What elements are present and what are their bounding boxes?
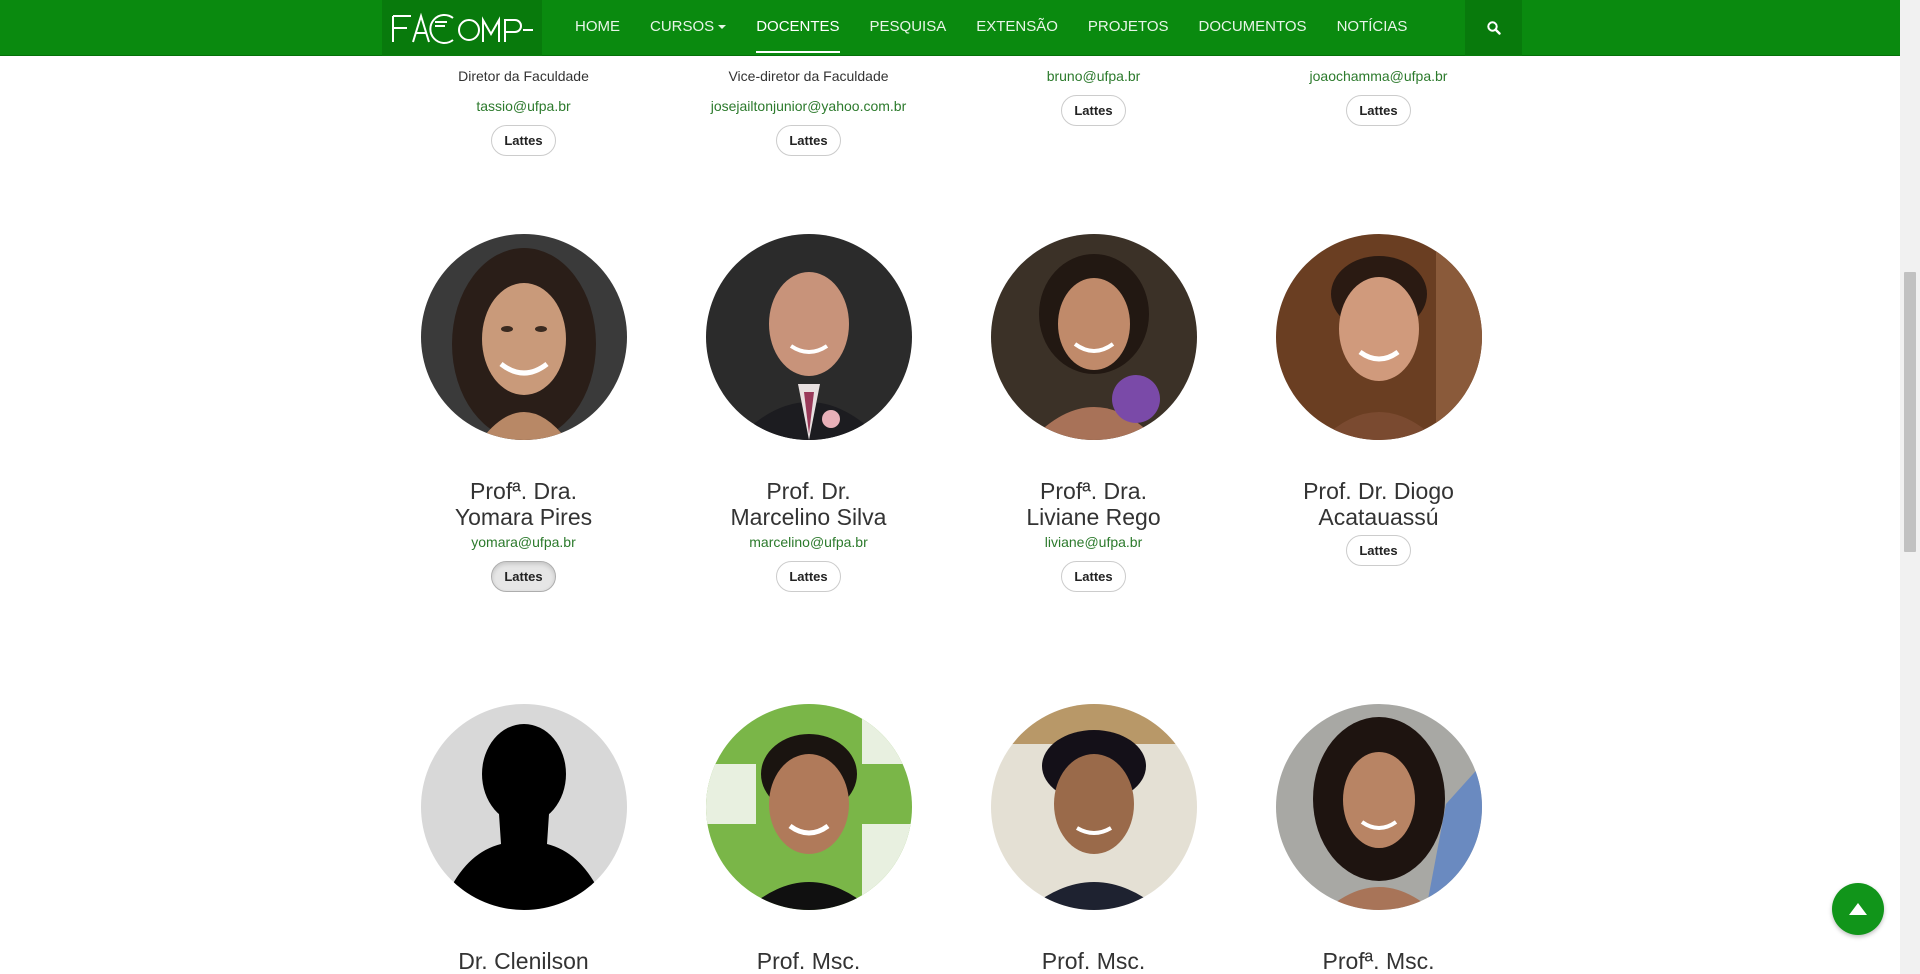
lattes-button[interactable]: Lattes <box>776 561 841 592</box>
docente-name-line1: Profª. Dra. <box>1040 478 1147 504</box>
docente-card: Prof. Msc. <box>666 704 951 974</box>
docente-card: Vice-diretor da Faculdade josejailtonjun… <box>666 66 951 156</box>
search-icon <box>1486 21 1501 35</box>
docente-name: Prof. Msc. <box>951 948 1236 974</box>
docente-email[interactable]: josejailtonjunior@yahoo.com.br <box>666 96 951 116</box>
docente-photo <box>705 234 912 440</box>
nav-docentes-label: DOCENTES <box>756 18 840 35</box>
person-silhouette-icon <box>420 704 627 910</box>
navbar-container: FACOMP HOME CURSOS DOCENTES PESQUISA EXT… <box>382 0 1522 56</box>
docente-name-line1: Prof. Msc. <box>1041 948 1146 974</box>
back-to-top-button[interactable] <box>1832 883 1884 935</box>
docente-name: Prof. Dr. Diogo Acatauassú <box>1236 478 1521 530</box>
nav-extensao[interactable]: EXTENSÃO <box>961 0 1073 56</box>
docente-name-line2: Yomara Pires <box>454 504 593 530</box>
docente-card: Diretor da Faculdade tassio@ufpa.br Latt… <box>381 66 666 156</box>
docente-photo <box>420 234 627 440</box>
lattes-button[interactable]: Lattes <box>1346 535 1411 566</box>
nav-noticias[interactable]: NOTÍCIAS <box>1322 0 1423 56</box>
nav-documentos-label: DOCUMENTOS <box>1198 18 1307 35</box>
nav-docentes[interactable]: DOCENTES <box>741 0 854 56</box>
nav-pesquisa-label: PESQUISA <box>869 18 947 35</box>
placeholder-avatar <box>420 704 627 910</box>
docente-card: Profª. Dra. Liviane Rego liviane@ufpa.br… <box>951 234 1236 592</box>
nav-home-label: HOME <box>575 18 620 35</box>
docente-name: Profª. Msc. <box>1236 948 1521 974</box>
lattes-button[interactable]: Lattes <box>1346 95 1411 126</box>
scrollbar-thumb[interactable] <box>1904 272 1916 552</box>
docente-card: Profª. Msc. <box>1236 704 1521 974</box>
nav-home[interactable]: HOME <box>560 0 635 56</box>
nav-menu: HOME CURSOS DOCENTES PESQUISA EXTENSÃO P… <box>560 0 1422 56</box>
nav-extensao-label: EXTENSÃO <box>976 18 1058 35</box>
lattes-button[interactable]: Lattes <box>776 125 841 156</box>
nav-projetos[interactable]: PROJETOS <box>1073 0 1184 56</box>
nav-cursos[interactable]: CURSOS <box>635 0 741 56</box>
logo-mark <box>392 12 533 44</box>
nav-pesquisa[interactable]: PESQUISA <box>855 0 962 56</box>
docente-photo <box>990 234 1197 440</box>
docente-name-line2: Liviane Rego <box>1026 504 1161 530</box>
docente-email[interactable]: tassio@ufpa.br <box>381 96 666 116</box>
docente-email[interactable]: bruno@ufpa.br <box>951 66 1236 86</box>
page-scrollbar[interactable] <box>1900 0 1920 974</box>
lattes-button[interactable]: Lattes <box>1061 561 1126 592</box>
docente-card: Prof. Msc. <box>951 704 1236 974</box>
docente-name: Prof. Dr. Marcelino Silva <box>666 478 951 530</box>
arrow-up-icon <box>1849 903 1867 915</box>
docente-name: Profª. Dra. Yomara Pires <box>381 478 666 530</box>
docente-name-line1: Prof. Dr. Diogo <box>1303 478 1454 504</box>
docente-photo <box>1275 704 1482 910</box>
docente-name-line1: Dr. Clenilson <box>458 948 589 974</box>
docente-name-line2: Acatauassú <box>1318 504 1439 530</box>
docente-photo <box>705 704 912 910</box>
docente-role: Diretor da Faculdade <box>458 68 589 84</box>
docente-name: Profª. Dra. Liviane Rego <box>951 478 1236 530</box>
docente-email[interactable]: yomara@ufpa.br <box>381 532 666 552</box>
caret-down-icon <box>718 25 727 30</box>
nav-cursos-label: CURSOS <box>650 18 715 35</box>
lattes-button[interactable]: Lattes <box>491 125 556 156</box>
nav-projetos-label: PROJETOS <box>1087 18 1169 35</box>
docente-name-line2: Marcelino Silva <box>730 504 887 530</box>
docente-email[interactable]: marcelino@ufpa.br <box>666 532 951 552</box>
docente-card: Profª. Dra. Yomara Pires yomara@ufpa.br … <box>381 234 666 592</box>
docente-role: Vice-diretor da Faculdade <box>728 68 889 84</box>
docente-name-line1: Profª. Dra. <box>470 478 577 504</box>
nav-noticias-label: NOTÍCIAS <box>1336 18 1408 35</box>
docente-card: joaochamma@ufpa.br Lattes <box>1236 66 1521 126</box>
docente-email[interactable]: liviane@ufpa.br <box>951 532 1236 552</box>
docente-card: Prof. Dr. Marcelino Silva marcelino@ufpa… <box>666 234 951 592</box>
docente-name-line1: Profª. Msc. <box>1322 948 1435 974</box>
search-button[interactable] <box>1465 0 1522 56</box>
nav-documentos[interactable]: DOCUMENTOS <box>1184 0 1322 56</box>
docente-photo <box>990 704 1197 910</box>
docente-card: Dr. Clenilson <box>381 704 666 974</box>
docente-email[interactable]: joaochamma@ufpa.br <box>1236 66 1521 86</box>
facomp-logo[interactable]: FACOMP <box>382 0 542 56</box>
docente-photo <box>1275 234 1482 440</box>
docente-name: Dr. Clenilson <box>381 948 666 974</box>
docente-name-line1: Prof. Dr. <box>766 478 851 504</box>
docente-card: Prof. Dr. Diogo Acatauassú Lattes <box>1236 234 1521 566</box>
docente-name: Prof. Msc. <box>666 948 951 974</box>
docente-name-line1: Prof. Msc. <box>756 948 861 974</box>
lattes-button[interactable]: Lattes <box>1061 95 1126 126</box>
top-navbar: FACOMP HOME CURSOS DOCENTES PESQUISA EXT… <box>0 0 1900 56</box>
lattes-button[interactable]: Lattes <box>491 561 556 592</box>
docente-card: bruno@ufpa.br Lattes <box>951 66 1236 126</box>
